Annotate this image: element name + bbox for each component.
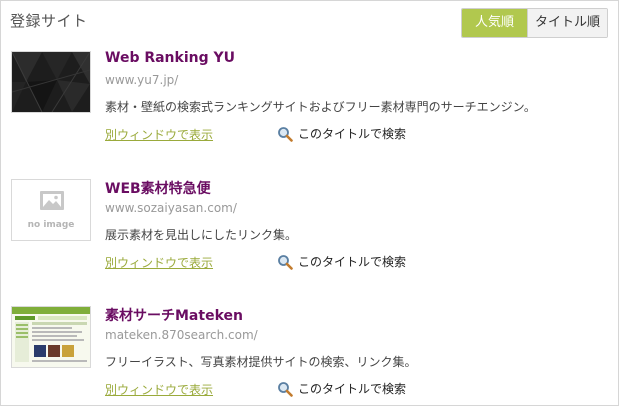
site-thumbnail[interactable] [11, 306, 91, 368]
site-entry: Web Ranking YU www.yu7.jp/ 素材・壁紙の検索式ランキン… [11, 50, 611, 151]
search-this-title-link[interactable]: このタイトルで検索 [277, 253, 406, 270]
registered-sites-panel: 登録サイト 人気順 タイトル順 Web Ranking YU www.yu7.j… [0, 0, 619, 406]
search-this-title-link[interactable]: このタイトルで検索 [277, 125, 406, 142]
search-this-title-link[interactable]: このタイトルで検索 [277, 380, 406, 397]
site-thumbnail[interactable] [11, 51, 91, 113]
site-description: 素材・壁紙の検索式ランキングサイトおよびフリー素材専門のサーチエンジン。 [105, 100, 536, 114]
site-url: www.yu7.jp/ [105, 73, 179, 87]
site-title-link[interactable]: WEB素材特急便 [105, 178, 211, 198]
section-heading: 登録サイト [10, 12, 88, 30]
site-url: www.sozaiyasan.com/ [105, 201, 237, 215]
site-thumbnail[interactable]: no image [11, 179, 91, 241]
site-title-link[interactable]: 素材サーチMateken [105, 305, 243, 325]
dark-pattern-thumbnail [12, 52, 90, 112]
search-this-title-label: このタイトルで検索 [298, 127, 407, 141]
no-image-placeholder: no image [12, 180, 90, 240]
sort-title-button[interactable]: タイトル順 [527, 9, 607, 37]
open-new-window-link[interactable]: 別ウィンドウで表示 [105, 254, 213, 271]
open-new-window-link[interactable]: 別ウィンドウで表示 [105, 381, 213, 398]
search-this-title-label: このタイトルで検索 [298, 382, 407, 396]
magnifier-icon [278, 126, 293, 142]
site-url: mateken.870search.com/ [105, 328, 258, 342]
site-entry: no image WEB素材特急便 www.sozaiyasan.com/ 展示… [11, 179, 611, 279]
no-image-label: no image [28, 220, 75, 230]
website-screenshot-thumbnail [12, 307, 90, 367]
magnifier-icon [278, 381, 293, 397]
open-new-window-link[interactable]: 別ウィンドウで表示 [105, 126, 213, 143]
search-this-title-label: このタイトルで検索 [298, 255, 407, 269]
magnifier-icon [278, 254, 293, 270]
site-title-link[interactable]: Web Ranking YU [105, 50, 235, 66]
site-description: フリーイラスト、写真素材提供サイトの検索、リンク集。 [105, 355, 417, 369]
site-description: 展示素材を見出しにしたリンク集。 [105, 228, 298, 242]
sort-toggle: 人気順 タイトル順 [461, 8, 608, 38]
sort-popular-button[interactable]: 人気順 [462, 9, 527, 37]
site-entry: 素材サーチMateken mateken.870search.com/ フリーイ… [11, 305, 611, 405]
